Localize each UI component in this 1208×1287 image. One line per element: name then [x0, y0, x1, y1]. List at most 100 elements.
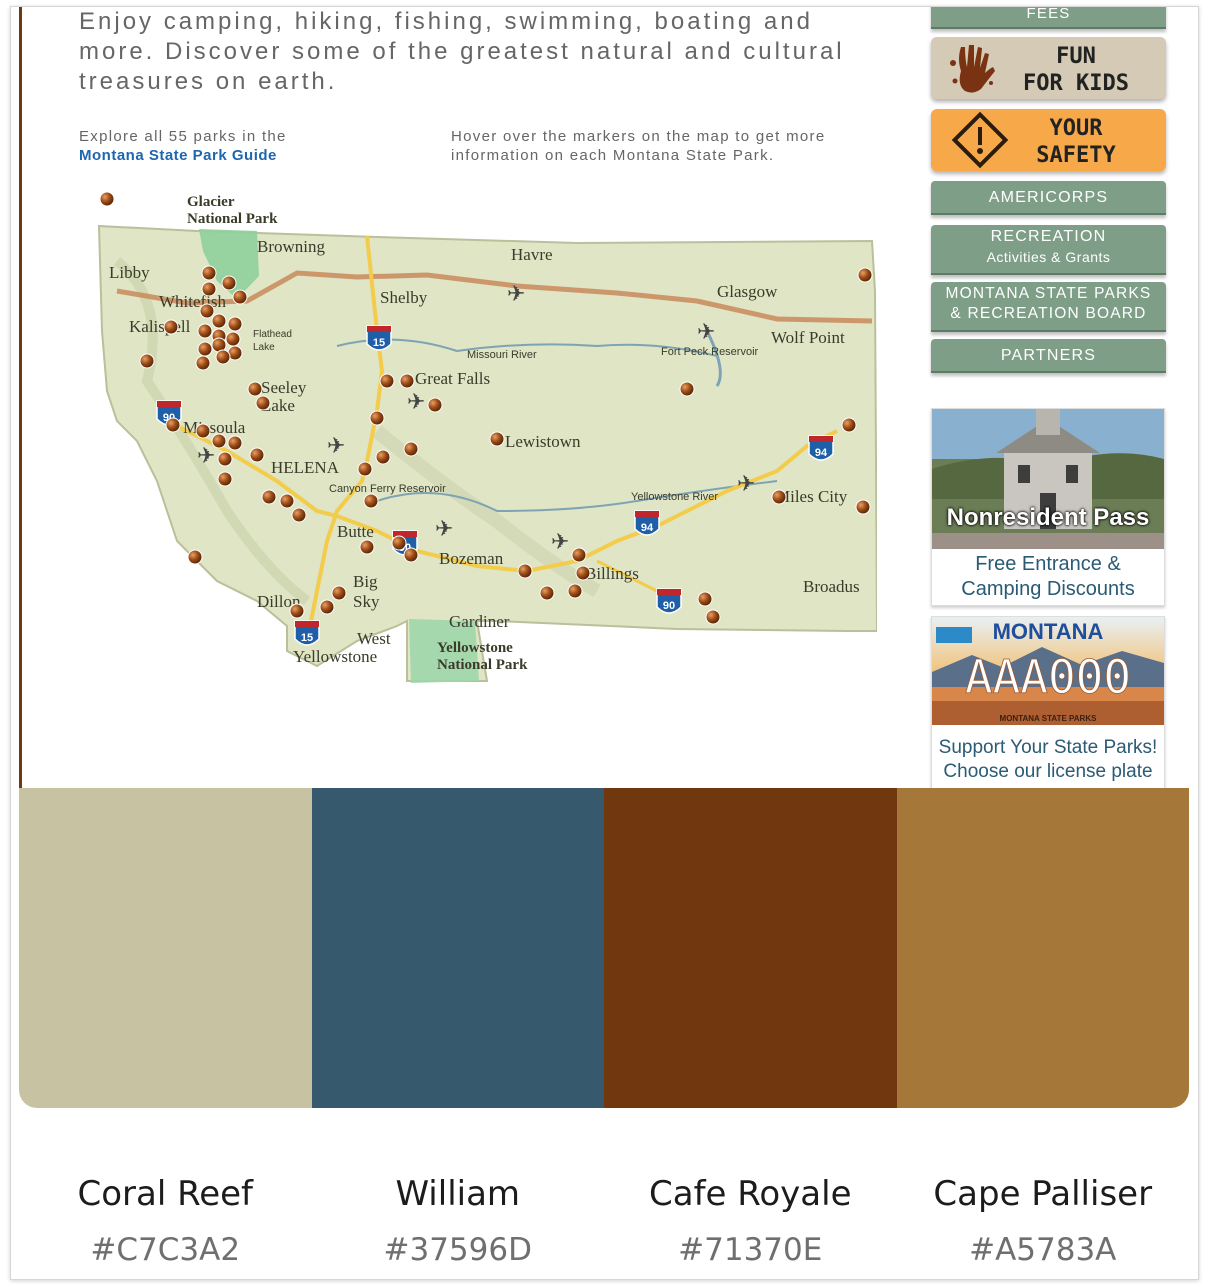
color-hex[interactable]: #A5783A — [897, 1228, 1190, 1272]
intro-text: Enjoy camping, hiking, fishing, swimming… — [79, 8, 845, 95]
park-marker[interactable] — [771, 489, 787, 505]
park-marker[interactable] — [289, 603, 305, 619]
park-marker[interactable] — [539, 585, 555, 601]
park-marker[interactable] — [195, 355, 211, 371]
park-marker[interactable] — [247, 381, 263, 397]
airport-icon: ✈ — [407, 390, 425, 415]
park-marker[interactable] — [331, 585, 347, 601]
park-marker[interactable] — [359, 539, 375, 555]
swatch-cape-palliser[interactable] — [896, 788, 1189, 1108]
color-hex[interactable]: #71370E — [604, 1228, 897, 1272]
map-label-glacier: Glacier — [187, 194, 235, 210]
fun-for-kids-label: FUN FOR KIDS — [1016, 43, 1136, 97]
license-plate-ad[interactable]: MONTANA AAA000 MONTANA STATE PARKS Suppo… — [931, 616, 1165, 788]
fun-for-kids-button[interactable]: FUN FOR KIDS — [931, 37, 1166, 99]
swatch-cafe-royale[interactable] — [604, 788, 897, 1108]
board-label-line2: & RECREATION BOARD — [950, 305, 1147, 322]
park-marker[interactable] — [211, 313, 227, 329]
park-guide-link[interactable]: Montana State Park Guide — [79, 146, 287, 165]
map-label-fort-peck: Fort Peck Reservoir — [661, 346, 759, 358]
map-label-broadus: Broadus — [803, 577, 860, 596]
park-marker[interactable] — [261, 489, 277, 505]
americorps-button[interactable]: AMERICORPS — [931, 181, 1166, 215]
park-marker[interactable] — [357, 461, 373, 477]
park-marker[interactable] — [163, 319, 179, 335]
park-marker[interactable] — [187, 549, 203, 565]
park-marker[interactable] — [139, 353, 155, 369]
park-marker[interactable] — [197, 323, 213, 339]
map-label-west: West — [357, 629, 391, 648]
park-marker[interactable] — [369, 410, 385, 426]
svg-text:90: 90 — [663, 600, 675, 612]
parks-board-button[interactable]: MONTANA STATE PARKS & RECREATION BOARD — [931, 282, 1166, 332]
park-marker[interactable] — [399, 373, 415, 389]
color-hex[interactable]: #C7C3A2 — [19, 1228, 312, 1272]
park-marker[interactable] — [379, 373, 395, 389]
park-marker[interactable] — [165, 417, 181, 433]
map-label-glacier-np: National Park — [187, 211, 278, 227]
park-marker[interactable] — [227, 316, 243, 332]
board-label-line1: MONTANA STATE PARKS — [945, 285, 1152, 302]
fees-button[interactable]: FEES — [931, 7, 1166, 29]
plate-state: MONTANA — [993, 619, 1104, 644]
left-rule — [19, 7, 22, 788]
color-hex[interactable]: #37596D — [312, 1228, 605, 1272]
map-label-whitefish: Whitefish — [159, 292, 227, 311]
color-label: Coral Reef #C7C3A2 — [19, 1172, 312, 1272]
map-label-glasgow: Glasgow — [717, 282, 778, 301]
park-marker[interactable] — [249, 447, 265, 463]
park-marker[interactable] — [363, 493, 379, 509]
park-marker[interactable] — [211, 433, 227, 449]
park-marker[interactable] — [841, 417, 857, 433]
your-line: YOUR — [1049, 116, 1103, 141]
park-marker[interactable] — [375, 449, 391, 465]
park-marker[interactable] — [697, 591, 713, 607]
park-marker[interactable] — [679, 381, 695, 397]
park-marker[interactable] — [232, 289, 248, 305]
park-marker[interactable] — [195, 423, 211, 439]
warning-diamond-icon — [951, 111, 1009, 169]
park-marker[interactable] — [199, 303, 215, 319]
your-safety-button[interactable]: YOUR SAFETY — [931, 109, 1166, 171]
park-marker[interactable] — [99, 191, 115, 207]
park-marker[interactable] — [227, 435, 243, 451]
svg-text:15: 15 — [373, 337, 385, 349]
park-marker[interactable] — [225, 331, 241, 347]
park-marker[interactable] — [855, 499, 871, 515]
map-label-kalispell: Kalispell — [129, 317, 191, 336]
park-marker[interactable] — [201, 265, 217, 281]
park-marker[interactable] — [403, 547, 419, 563]
park-marker[interactable] — [279, 493, 295, 509]
park-marker[interactable] — [217, 471, 233, 487]
park-marker[interactable] — [857, 267, 873, 283]
color-name: Cape Palliser — [933, 1174, 1153, 1214]
your-safety-label: YOUR SAFETY — [1016, 115, 1136, 169]
park-marker[interactable] — [571, 547, 587, 563]
park-marker[interactable] — [391, 535, 407, 551]
park-marker[interactable] — [489, 431, 505, 447]
interstate-15-shield-south: 15 — [294, 620, 320, 646]
park-marker[interactable] — [575, 565, 591, 581]
park-marker[interactable] — [567, 583, 583, 599]
park-marker[interactable] — [201, 281, 217, 297]
map-label-missoula: Missoula — [183, 418, 246, 437]
recreation-button[interactable]: RECREATION Activities & Grants — [931, 225, 1166, 275]
park-marker[interactable] — [217, 451, 233, 467]
airport-icon: ✈ — [327, 434, 345, 459]
park-marker[interactable] — [319, 599, 335, 615]
partners-button[interactable]: PARTNERS — [931, 339, 1166, 373]
park-marker[interactable] — [427, 397, 443, 413]
park-marker[interactable] — [215, 349, 231, 365]
park-marker[interactable] — [291, 507, 307, 523]
montana-map: 15 90 94 94 90 90 15 ✈ ✈ ✈ ✈ ✈ ✈ ✈ ✈ Gla… — [97, 191, 877, 683]
nonresident-pass-ad[interactable]: Nonresident Pass Free Entrance & Camping… — [931, 408, 1165, 606]
swatch-coral-reef[interactable] — [19, 788, 312, 1108]
park-marker[interactable] — [255, 395, 271, 411]
park-marker[interactable] — [197, 341, 213, 357]
park-marker[interactable] — [403, 441, 419, 457]
screenshot-frame: Enjoy camping, hiking, fishing, swimming… — [10, 6, 1199, 1280]
swatch-william[interactable] — [311, 788, 604, 1108]
park-marker[interactable] — [517, 563, 533, 579]
park-marker[interactable] — [221, 275, 237, 291]
park-marker[interactable] — [705, 609, 721, 625]
